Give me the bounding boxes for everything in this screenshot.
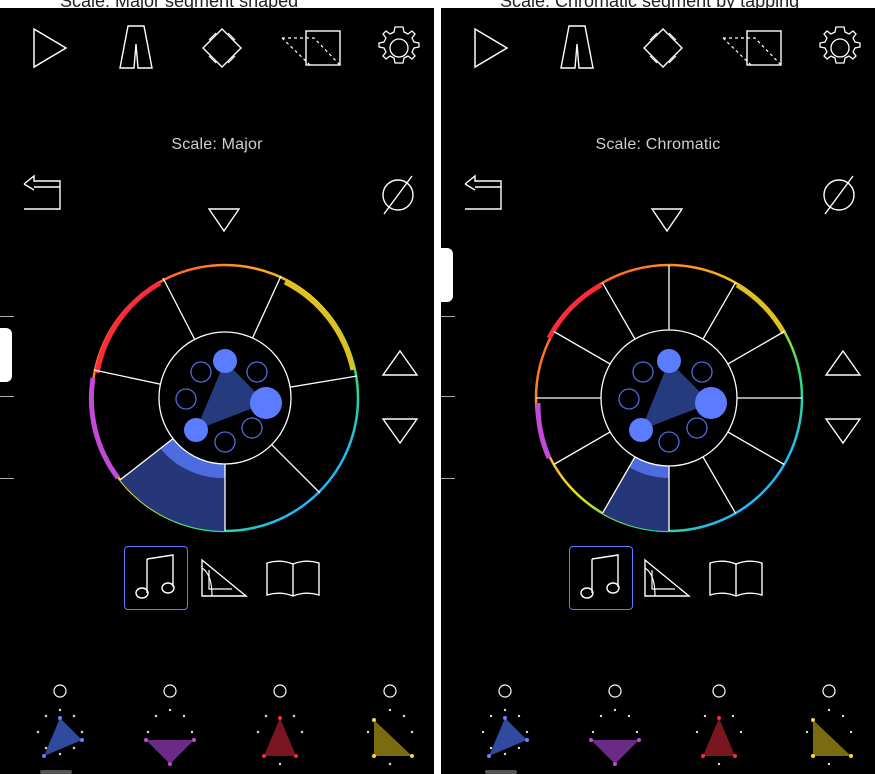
screen-divider	[434, 0, 441, 774]
preset-3[interactable]	[689, 684, 749, 770]
rotate-down-icon[interactable]	[649, 206, 685, 234]
edge-tick	[441, 396, 455, 397]
edge-tick	[441, 316, 455, 317]
music-notes-button[interactable]	[124, 546, 188, 610]
book-icon[interactable]	[264, 558, 322, 598]
preset-1[interactable]	[475, 684, 535, 770]
edge-tick	[0, 316, 14, 317]
rotate-down-icon[interactable]	[206, 206, 242, 234]
music-notes-icon	[135, 554, 175, 599]
edge-tick	[0, 396, 14, 397]
empty-set-icon[interactable]	[378, 173, 418, 217]
edge-tick	[0, 478, 14, 479]
preset-4[interactable]	[799, 684, 859, 770]
perspective-square-icon[interactable]	[721, 28, 785, 68]
edge-tick	[441, 478, 455, 479]
transpose-up-icon[interactable]	[823, 348, 863, 378]
transpose-up-icon[interactable]	[380, 348, 420, 378]
diamond-icon[interactable]	[200, 26, 244, 70]
preset-4[interactable]	[360, 684, 420, 770]
scale-wheel[interactable]	[529, 258, 809, 538]
preset-2[interactable]	[140, 684, 200, 770]
scale-wheel[interactable]	[85, 258, 365, 538]
book-icon[interactable]	[707, 558, 765, 598]
phone-screen-left: Scale: Major	[0, 8, 434, 774]
tuning-fork-icon[interactable]	[118, 24, 154, 70]
diamond-icon[interactable]	[641, 26, 685, 70]
music-notes-button[interactable]	[569, 546, 633, 610]
triangle-ruler-icon[interactable]	[641, 556, 693, 600]
scale-label: Scale: Chromatic	[595, 136, 721, 153]
preset-2[interactable]	[585, 684, 645, 770]
home-indicator	[40, 770, 72, 774]
undo-icon[interactable]	[461, 173, 507, 213]
undo-icon[interactable]	[20, 173, 66, 213]
preset-1[interactable]	[30, 684, 90, 770]
gear-icon[interactable]	[375, 24, 423, 72]
play-icon[interactable]	[471, 26, 511, 70]
play-icon[interactable]	[30, 26, 70, 70]
side-drawer-handle[interactable]	[0, 328, 12, 382]
tuning-fork-icon[interactable]	[559, 24, 595, 70]
transpose-down-icon[interactable]	[380, 416, 420, 446]
gear-icon[interactable]	[816, 24, 864, 72]
empty-set-icon[interactable]	[819, 173, 859, 217]
home-indicator	[485, 770, 517, 774]
perspective-square-icon[interactable]	[280, 28, 344, 68]
triangle-ruler-icon[interactable]	[198, 556, 250, 600]
transpose-down-icon[interactable]	[823, 416, 863, 446]
preset-3[interactable]	[250, 684, 310, 770]
side-drawer-handle[interactable]	[441, 248, 453, 302]
phone-screen-right: Scale: Chromatic	[441, 8, 875, 774]
music-notes-icon	[580, 554, 620, 599]
scale-label: Scale: Major	[171, 136, 263, 153]
